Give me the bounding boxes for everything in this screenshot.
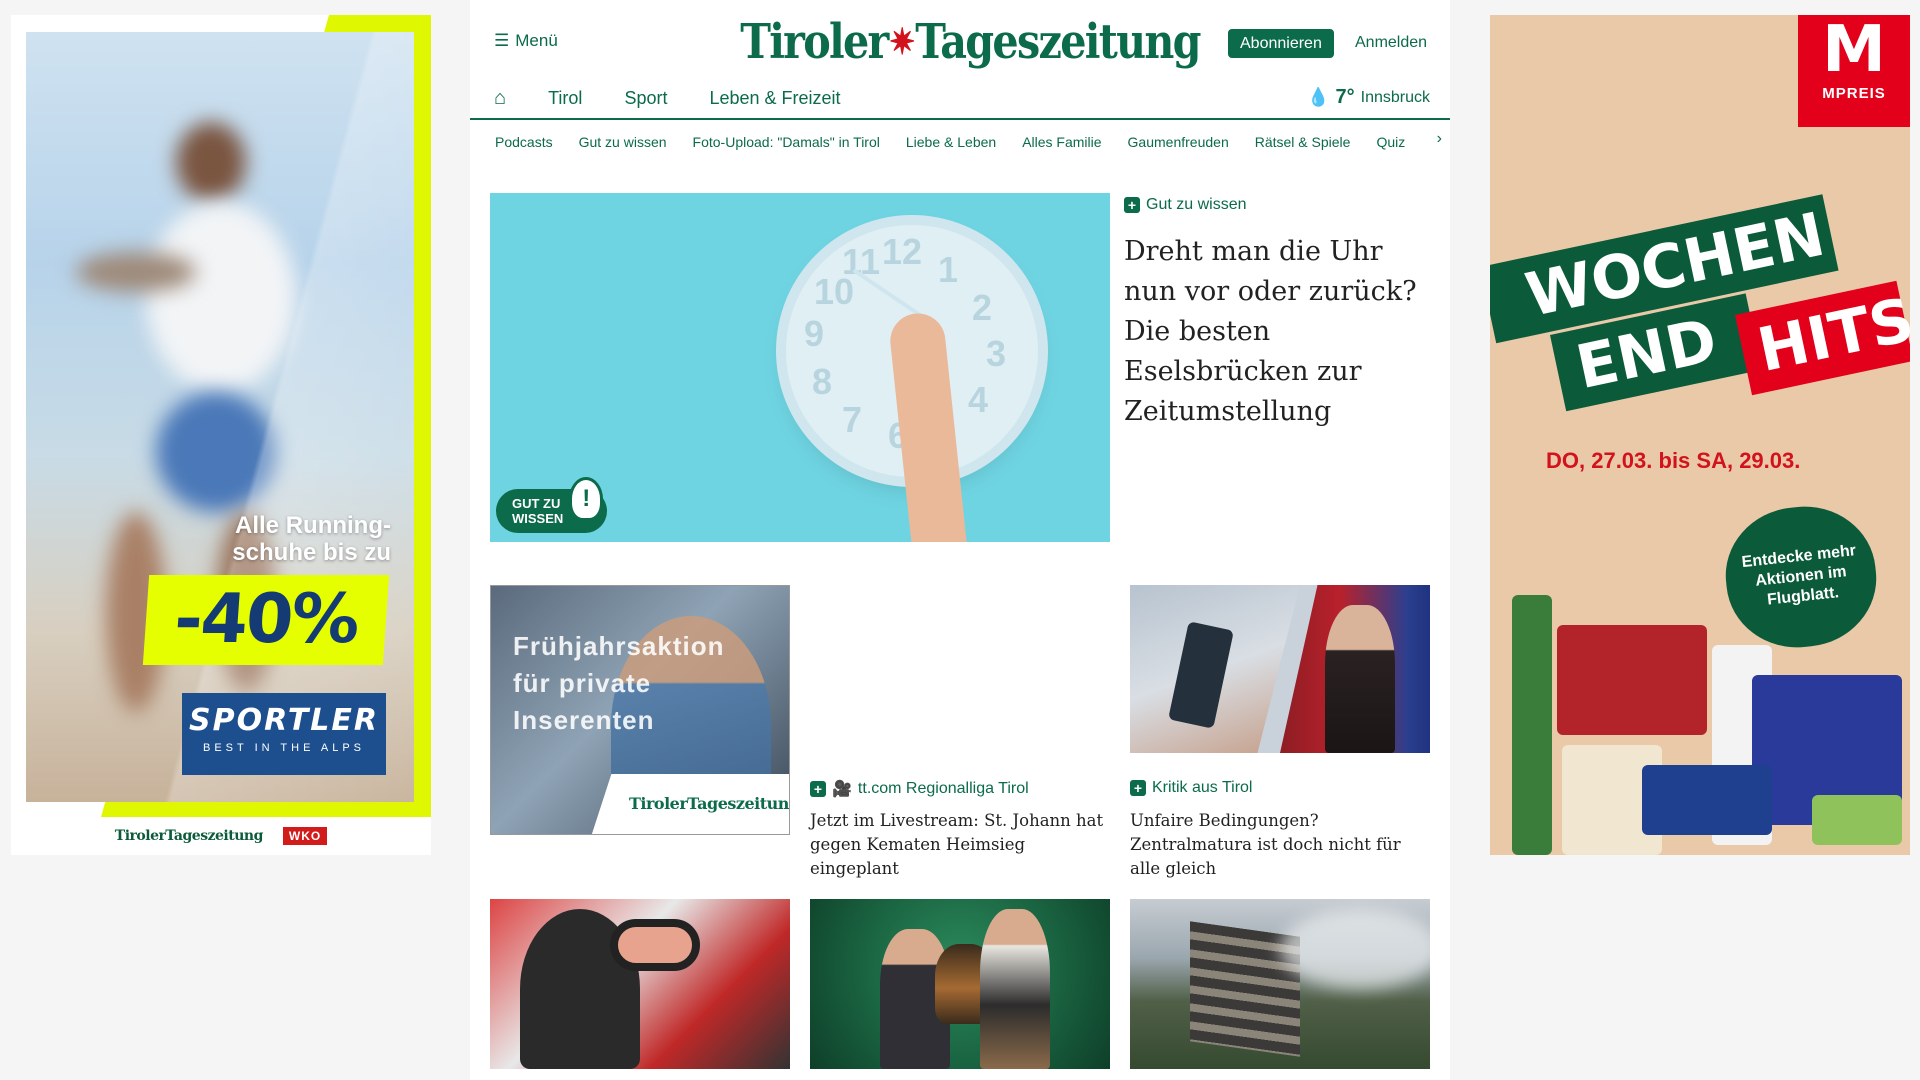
product-batteries: [1642, 765, 1772, 835]
product-cucumber: [1812, 795, 1902, 845]
logo-left: Tiroler: [740, 14, 889, 70]
weather-temp: 7°: [1335, 86, 1355, 108]
mpreis-logo-letter: M: [1822, 15, 1886, 87]
plus-icon: +: [1130, 780, 1146, 796]
subnav-item[interactable]: Gut zu wissen: [579, 134, 667, 150]
hero-title[interactable]: Dreht man die Uhr nun vor oder zurück? D…: [1124, 232, 1442, 432]
clock-number: 9: [804, 313, 825, 354]
plus-icon: +: [1124, 197, 1140, 213]
speaker-shape: [1325, 605, 1395, 753]
promo-banner[interactable]: Frühjahrsaktion für private Inserenten T…: [490, 585, 790, 835]
mpreis-ad[interactable]: M MPREIS WOCHEN END HITS DO, 27.03. bis …: [1490, 15, 1910, 855]
main-nav: ⌂ Tirol Sport Leben & Freizeit: [494, 87, 841, 110]
weather-widget[interactable]: 💧 7° Innsbruck: [1307, 86, 1430, 109]
home-icon[interactable]: ⌂: [494, 87, 506, 110]
rain-icon: 💧: [1307, 87, 1330, 107]
sportler-brand: SPORTLER: [188, 703, 380, 738]
clock-number: 2: [972, 287, 993, 328]
dog-men-image[interactable]: [810, 899, 1110, 1069]
lightbulb-icon: !: [569, 477, 604, 521]
subnav-item[interactable]: Gaumenfreuden: [1128, 134, 1229, 150]
tt-mini-logo: TirolerTageszeitung: [114, 828, 264, 844]
sub-nav: Podcasts Gut zu wissen Foto-Upload: "Dam…: [470, 123, 1450, 161]
video-camera-icon: 🎥: [832, 781, 852, 798]
menu-label: Menü: [515, 31, 558, 50]
chevron-right-icon[interactable]: ›: [1437, 130, 1442, 148]
subnav-item[interactable]: Liebe & Leben: [906, 134, 996, 150]
matura-title[interactable]: Unfaire Bedingungen? Zentralmatura ist d…: [1130, 809, 1430, 881]
ad-headline: Alle Running- schuhe bis zu: [161, 512, 391, 566]
promo-line3: Inserenten: [513, 705, 655, 735]
clock-number: 4: [968, 379, 989, 420]
wko-logo: WKO: [282, 827, 328, 845]
weather-city: Innsbruck: [1360, 88, 1430, 106]
sportler-ad[interactable]: Alle Running- schuhe bis zu -40% SPORTLE…: [11, 15, 431, 855]
tirol-eagle-icon: ✷: [889, 21, 915, 63]
menu-button[interactable]: ☰ Menü: [494, 31, 558, 51]
hotel-image[interactable]: [1130, 899, 1430, 1069]
site-header: ☰ Menü Tiroler ✷ Tageszeitung Abonnieren…: [470, 0, 1450, 120]
sportler-tagline: BEST IN THE ALPS: [202, 742, 366, 754]
nav-item-sport[interactable]: Sport: [624, 88, 667, 109]
banner-hits: HITS: [1735, 280, 1910, 396]
nav-item-leben-freizeit[interactable]: Leben & Freizeit: [709, 88, 840, 109]
product-crate: [1557, 625, 1707, 735]
clock-number: 3: [986, 333, 1007, 374]
clock-number: 12: [882, 231, 923, 272]
promo-text: Frühjahrsaktion für private Inserenten: [513, 628, 724, 739]
live-kicker[interactable]: + 🎥 tt.com Regionalliga Tirol: [810, 779, 1029, 799]
subnav-item[interactable]: Rätsel & Spiele: [1255, 134, 1351, 150]
login-link[interactable]: Anmelden: [1355, 34, 1427, 52]
matura-kicker[interactable]: + Kritik aus Tirol: [1130, 779, 1252, 797]
mpreis-logo-word: MPREIS: [1822, 85, 1886, 102]
ski-jump-image[interactable]: [490, 899, 790, 1069]
site-logo[interactable]: Tiroler ✷ Tageszeitung: [740, 12, 1201, 72]
plus-icon: +: [810, 781, 826, 797]
promo-logo: TirolerTageszeitung: [629, 794, 790, 813]
badge-line2: WISSEN: [512, 511, 564, 526]
subnav-item[interactable]: Alles Familie: [1022, 134, 1101, 150]
man-right-shape: [980, 909, 1050, 1069]
ad-footer: TirolerTageszeitung WKO: [11, 817, 431, 855]
clock-number: 1: [938, 249, 959, 290]
goggle-shape: [610, 919, 700, 971]
product-bottle: [1512, 595, 1552, 855]
logo-right: Tageszeitung: [915, 14, 1201, 70]
clock-number: 10: [814, 271, 855, 312]
matura-image[interactable]: [1130, 585, 1430, 753]
live-kicker-label: tt.com Regionalliga Tirol: [857, 780, 1029, 797]
ad-headline-line2: schuhe bis zu: [232, 539, 391, 566]
clock-number: 8: [812, 361, 833, 402]
runner-photo: [26, 32, 414, 802]
discount-badge: -40%: [142, 575, 390, 665]
mpreis-logo: M MPREIS: [1798, 15, 1910, 127]
hero-kicker-label: Gut zu wissen: [1146, 196, 1247, 213]
diagonal-overlay: [26, 32, 414, 802]
hero-image[interactable]: 11 12 1 2 3 4 6 7 8 9 10 GUT ZU WISSEN !: [490, 193, 1110, 542]
live-title[interactable]: Jetzt im Livestream: St. Johann hat gege…: [810, 809, 1110, 881]
subnav-item[interactable]: Podcasts: [495, 134, 553, 150]
mist-shape: [1280, 909, 1430, 989]
subscribe-button[interactable]: Abonnieren: [1228, 29, 1334, 58]
matura-kicker-label: Kritik aus Tirol: [1152, 779, 1253, 796]
sportler-logo: SPORTLER BEST IN THE ALPS: [182, 693, 386, 775]
badge-line1: GUT ZU: [512, 496, 561, 511]
hero-kicker[interactable]: + Gut zu wissen: [1124, 196, 1246, 214]
clock-number: 7: [842, 399, 863, 440]
promo-line2: für private: [513, 668, 652, 698]
nav-item-tirol[interactable]: Tirol: [548, 88, 582, 109]
menu-search-icon: ☰: [494, 31, 510, 50]
promo-line1: Frühjahrsaktion: [513, 631, 725, 661]
subnav-item[interactable]: Foto-Upload: "Damals" in Tirol: [693, 134, 880, 150]
product-collage: [1512, 585, 1902, 855]
ad-dates: DO, 27.03. bis SA, 29.03.: [1546, 448, 1801, 473]
gut-zu-wissen-badge: GUT ZU WISSEN !: [496, 477, 608, 533]
main-column: ☰ Menü Tiroler ✷ Tageszeitung Abonnieren…: [470, 0, 1450, 1080]
subnav-item[interactable]: Quiz: [1376, 134, 1405, 150]
ad-headline-line1: Alle Running-: [235, 512, 391, 539]
